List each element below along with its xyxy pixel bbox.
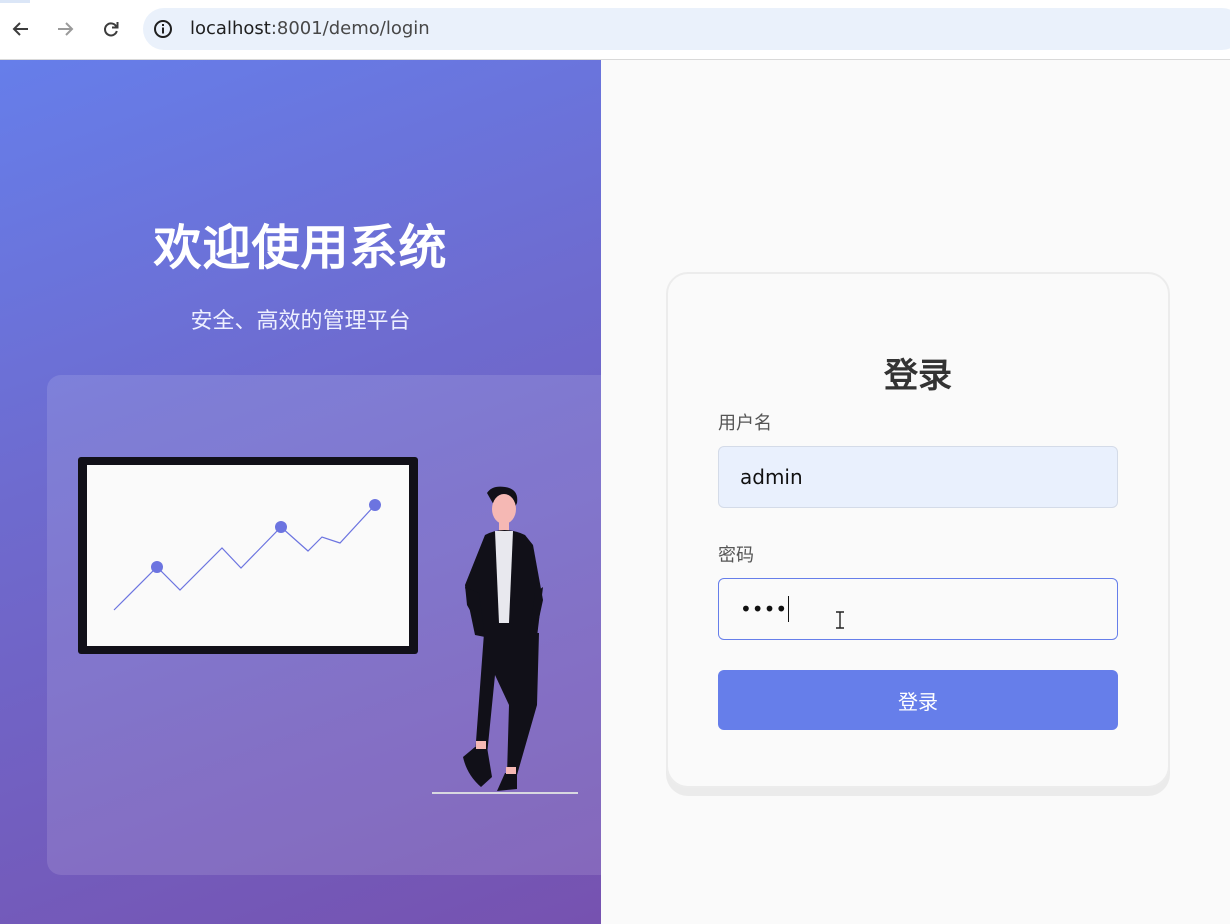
username-label: 用户名 [718, 413, 772, 434]
reload-icon [104, 22, 119, 37]
text-caret [788, 596, 790, 622]
password-input[interactable]: •••• [718, 578, 1118, 640]
text-cursor-icon [836, 611, 844, 629]
username-input[interactable]: admin [718, 446, 1118, 508]
browser-toolbar: localhost:8001/demo/login [0, 0, 1230, 60]
back-button[interactable] [6, 14, 36, 44]
hero-title: 欢迎使用系统 [153, 220, 448, 276]
hero-panel: 欢迎使用系统 安全、高效的管理平台 [0, 60, 601, 924]
login-button[interactable]: 登录 [718, 670, 1118, 730]
password-value: •••• [740, 597, 788, 621]
url-host: localhost [190, 18, 271, 39]
hero-subtitle: 安全、高效的管理平台 [190, 309, 411, 334]
username-value: admin [740, 465, 803, 489]
url-text[interactable]: localhost:8001/demo/login [190, 18, 430, 39]
forward-button[interactable] [50, 14, 80, 44]
url-path: :8001/demo/login [270, 18, 430, 39]
presentation-illustration [78, 457, 578, 794]
arrow-right-icon [58, 22, 74, 36]
reload-button[interactable] [96, 14, 126, 44]
illustration-card [47, 375, 601, 875]
login-title: 登录 [884, 356, 952, 396]
password-label: 密码 [718, 545, 754, 566]
arrow-left-icon [12, 22, 28, 36]
site-info-icon[interactable] [153, 19, 173, 39]
tab-strip-edge [0, 0, 30, 3]
